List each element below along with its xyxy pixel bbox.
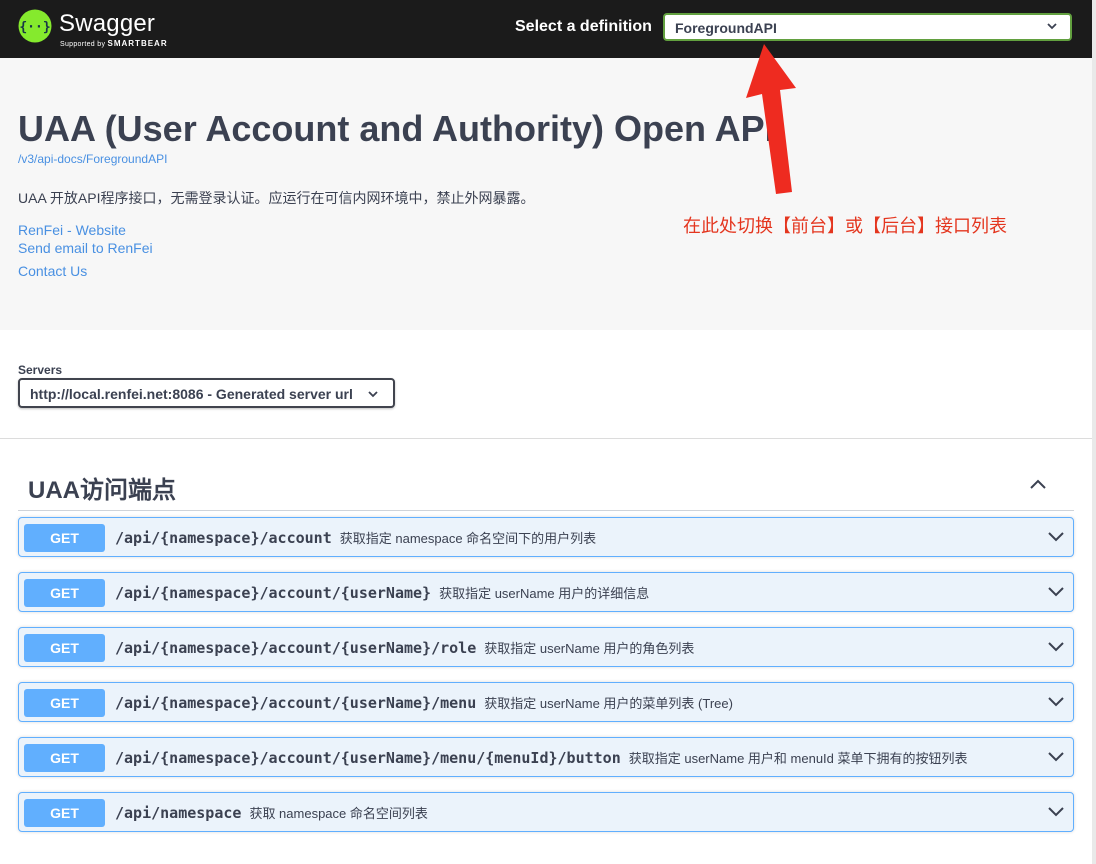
tag-header[interactable]: UAA访问端点 xyxy=(18,462,1074,511)
chevron-down-icon[interactable] xyxy=(1047,530,1065,544)
chevron-down-icon[interactable] xyxy=(1047,695,1065,709)
operation-summary: 获取指定 userName 用户的菜单列表 (Tree) xyxy=(484,696,733,711)
svg-text:{··}: {··} xyxy=(19,20,50,35)
swagger-logo-icon[interactable]: {··} xyxy=(18,9,52,43)
operation-get-account-menu[interactable]: GET /api/{namespace}/account/{userName}/… xyxy=(18,682,1074,722)
contact-link[interactable]: Contact Us xyxy=(18,263,87,279)
chevron-down-icon xyxy=(1047,23,1057,30)
api-title: UAA (User Account and Authority) Open AP… xyxy=(18,108,775,149)
section-divider xyxy=(0,438,1092,439)
operation-path-text: /api/{namespace}/account xyxy=(115,529,332,547)
method-badge: GET xyxy=(24,799,105,827)
operation-get-namespaces[interactable]: GET /api/namespace 获取 namespace 命名空间列表 xyxy=(18,792,1074,832)
operation-get-menu-buttons[interactable]: GET /api/{namespace}/account/{userName}/… xyxy=(18,737,1074,777)
method-badge: GET xyxy=(24,524,105,552)
operation-get-account-detail[interactable]: GET /api/{namespace}/account/{userName} 获… xyxy=(18,572,1074,612)
operation-path: /api/{namespace}/account 获取指定 namespace 命… xyxy=(115,528,596,547)
chevron-down-icon[interactable] xyxy=(1047,805,1065,819)
operation-path-text: /api/{namespace}/account/{userName}/menu… xyxy=(115,749,621,767)
operation-summary: 获取指定 userName 用户的详细信息 xyxy=(439,586,650,601)
operation-summary: 获取指定 userName 用户的角色列表 xyxy=(484,641,695,656)
brand-name: Swagger xyxy=(59,10,156,37)
operation-path: /api/{namespace}/account/{userName} 获取指定 … xyxy=(115,583,649,602)
servers-label: Servers xyxy=(18,363,63,377)
operation-path-text: /api/{namespace}/account/{userName}/role xyxy=(115,639,477,657)
definition-select[interactable]: ForegroundAPI xyxy=(663,13,1072,41)
method-badge: GET xyxy=(24,744,105,772)
operation-path-text: /api/{namespace}/account/{userName}/menu xyxy=(115,694,477,712)
topbar: {··} Swagger Supported by SMARTBEAR Sele… xyxy=(0,0,1096,58)
operation-summary: 获取指定 namespace 命名空间下的用户列表 xyxy=(339,531,597,546)
api-docs-url-link[interactable]: /v3/api-docs/ForegroundAPI xyxy=(18,152,167,166)
tag-title: UAA访问端点 xyxy=(28,477,176,504)
operation-path-text: /api/namespace xyxy=(115,804,242,822)
operation-path: /api/{namespace}/account/{userName}/role… xyxy=(115,638,694,657)
method-badge: GET xyxy=(24,689,105,717)
email-link[interactable]: Send email to RenFei xyxy=(18,240,153,256)
operation-path-text: /api/{namespace}/account/{userName} xyxy=(115,584,432,602)
operation-path: /api/namespace 获取 namespace 命名空间列表 xyxy=(115,803,428,822)
brand-sub-company: SMARTBEAR xyxy=(107,39,168,48)
api-description: UAA 开放API程序接口，无需登录认证。应运行在可信内网环境中，禁止外网暴露。 xyxy=(18,190,535,206)
operation-path: /api/{namespace}/account/{userName}/menu… xyxy=(115,693,733,712)
definition-select-value: ForegroundAPI xyxy=(675,20,777,36)
operation-summary: 获取 namespace 命名空间列表 xyxy=(249,806,428,821)
chevron-up-icon[interactable] xyxy=(1028,474,1048,494)
brand-sub-prefix: Supported by xyxy=(60,41,106,48)
annotation-arrow-icon xyxy=(746,44,796,194)
server-select-value: http://local.renfei.net:8086 - Generated… xyxy=(30,386,353,402)
chevron-down-icon[interactable] xyxy=(1047,585,1065,599)
chevron-down-icon[interactable] xyxy=(1047,750,1065,764)
scrollbar-track[interactable] xyxy=(1092,0,1096,864)
definition-label: Select a definition xyxy=(515,18,652,35)
server-select[interactable]: http://local.renfei.net:8086 - Generated… xyxy=(18,378,395,408)
annotation-text: 在此处切换【前台】或【后台】接口列表 xyxy=(683,216,1007,236)
operation-path: /api/{namespace}/account/{userName}/menu… xyxy=(115,748,968,767)
chevron-down-icon xyxy=(368,391,378,398)
method-badge: GET xyxy=(24,579,105,607)
operation-get-account-list[interactable]: GET /api/{namespace}/account 获取指定 namespa… xyxy=(18,517,1074,557)
operation-summary: 获取指定 userName 用户和 menuId 菜单下拥有的按钮列表 xyxy=(628,751,968,766)
chevron-down-icon[interactable] xyxy=(1047,640,1065,654)
method-badge: GET xyxy=(24,634,105,662)
brand-subtitle: Supported by SMARTBEAR xyxy=(60,39,168,48)
operation-get-account-roles[interactable]: GET /api/{namespace}/account/{userName}/… xyxy=(18,627,1074,667)
website-link[interactable]: RenFei - Website xyxy=(18,222,126,238)
